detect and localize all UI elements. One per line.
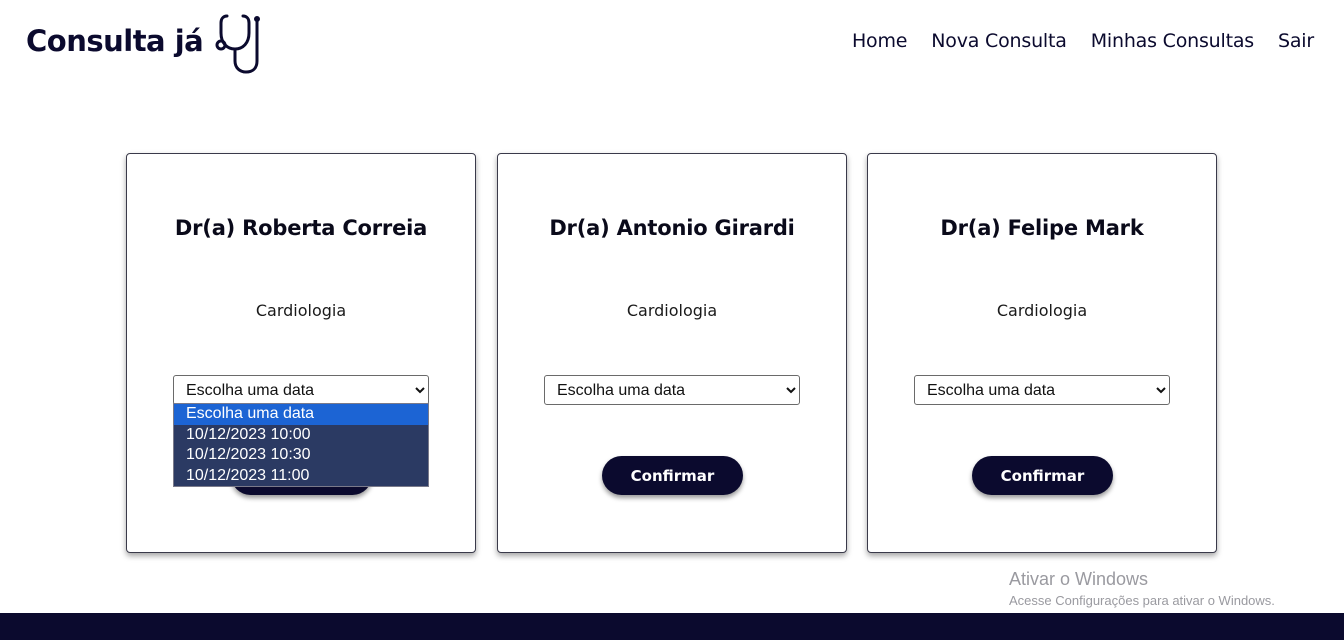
stethoscope-icon	[215, 14, 260, 74]
confirm-button[interactable]: Confirmar	[602, 456, 743, 495]
watermark-title: Ativar o Windows	[1009, 569, 1149, 589]
doctor-specialty: Cardiologia	[626, 301, 718, 320]
doctor-specialty: Cardiologia	[996, 301, 1088, 320]
doctor-card: Dr(a) Antonio Girardi Cardiologia Escolh…	[497, 153, 847, 553]
date-select[interactable]: Escolha uma data	[173, 375, 429, 405]
nav-sair[interactable]: Sair	[1278, 30, 1314, 52]
windows-activation-watermark: Ativar o Windows Acesse Configurações pa…	[1009, 569, 1275, 608]
doctor-name: Dr(a) Felipe Mark	[940, 216, 1144, 240]
dropdown-option[interactable]: 10/12/2023 11:00	[174, 466, 428, 487]
dropdown-option[interactable]: 10/12/2023 10:00	[174, 425, 428, 446]
date-dropdown-list: Escolha uma data 10/12/2023 10:00 10/12/…	[173, 403, 429, 487]
footer	[0, 613, 1344, 640]
doctor-card: Dr(a) Roberta Correia Cardiologia Escolh…	[126, 153, 476, 553]
dropdown-option[interactable]: Escolha uma data	[174, 404, 428, 425]
date-select[interactable]: Escolha uma data	[544, 375, 800, 405]
doctor-name: Dr(a) Roberta Correia	[174, 216, 428, 240]
watermark-subtitle: Acesse Configurações para ativar o Windo…	[1009, 593, 1275, 608]
header: Consulta já Home Nova Consulta Minhas Co…	[0, 0, 1344, 90]
dropdown-option[interactable]: 10/12/2023 10:30	[174, 445, 428, 466]
main-nav: Home Nova Consulta Minhas Consultas Sair	[852, 30, 1314, 52]
nav-home[interactable]: Home	[852, 30, 908, 52]
date-select[interactable]: Escolha uma data	[914, 375, 1170, 405]
logo-text[interactable]: Consulta já	[26, 24, 204, 58]
nav-nova-consulta[interactable]: Nova Consulta	[931, 30, 1067, 52]
doctor-card: Dr(a) Felipe Mark Cardiologia Escolha um…	[867, 153, 1217, 553]
confirm-button[interactable]: Confirmar	[972, 456, 1113, 495]
doctor-specialty: Cardiologia	[255, 301, 347, 320]
doctor-name: Dr(a) Antonio Girardi	[549, 216, 795, 240]
nav-minhas-consultas[interactable]: Minhas Consultas	[1091, 30, 1254, 52]
